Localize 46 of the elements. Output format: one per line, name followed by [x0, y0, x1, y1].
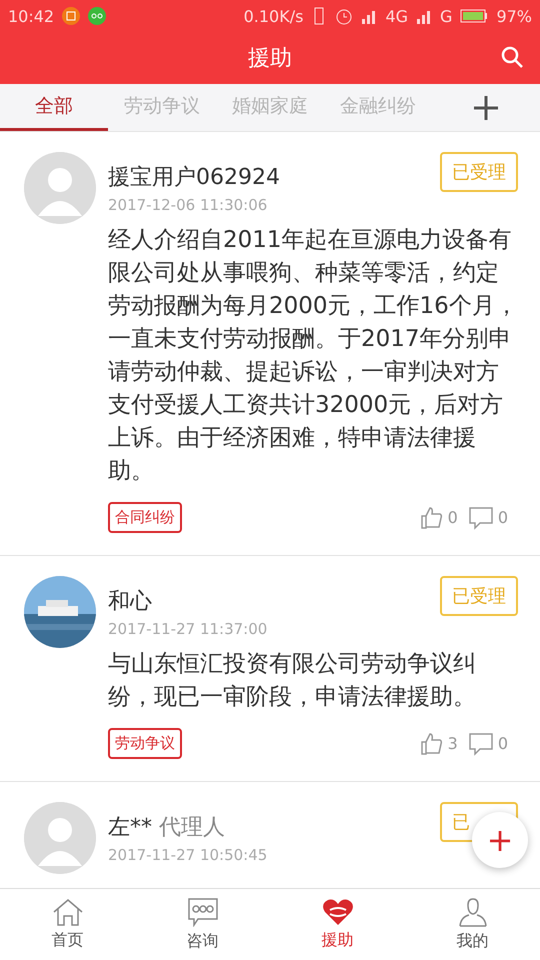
like-count: 0: [448, 508, 458, 527]
app-notification-icon: [62, 7, 80, 25]
plus-icon: [473, 94, 499, 120]
signal-icon: [361, 8, 378, 24]
nav-tab[interactable]: 援助: [270, 889, 405, 960]
signal-icon: [416, 8, 432, 24]
comment-count: 0: [498, 508, 508, 527]
post-text: 与山东恒汇投资有限公司劳动争议纠纷，现已一审阶段，申请法律援助。: [108, 650, 477, 712]
nav-tab[interactable]: 首页: [0, 889, 135, 960]
heart-icon: [322, 898, 354, 926]
avatar-placeholder-icon: [24, 802, 96, 874]
add-button[interactable]: +: [472, 812, 528, 868]
battery-icon: [460, 9, 488, 23]
avatar-placeholder-icon: [24, 152, 96, 224]
alarm-icon: [335, 7, 354, 25]
battery-percent: 97%: [496, 6, 532, 26]
post-date: 2017-11-27 11:37:00: [108, 620, 268, 638]
comment-count: 0: [498, 734, 508, 753]
category-tag: 劳动争议: [108, 728, 182, 759]
chat-icon: [186, 897, 218, 927]
voicemail-icon: [88, 7, 106, 25]
user-name: 左** 代理人: [108, 814, 226, 842]
category-tab[interactable]: 全部: [0, 84, 108, 131]
post-text: 经人介绍自2011年起在亘源电力设备有限公司处从事喂狗、种菜等零活，约定劳动报酬为每月2000元，工作16个月，一直未支付劳动报酬。于2017年分别申请劳动仲裁、提起诉讼，一审判决对方支付受援人工资共计32000元，后对方上诉。由于经济困难，特申请法律援助。: [108, 226, 518, 486]
nav-tab[interactable]: 我的: [405, 889, 540, 960]
status-badge: 已受理: [440, 152, 518, 192]
post-date: 2017-11-27 10:50:45: [108, 846, 268, 864]
network-speed: 0.10K/s: [244, 6, 304, 26]
comment-icon[interactable]: [468, 732, 494, 756]
network-type: 4G: [385, 6, 408, 26]
home-icon: [52, 898, 84, 926]
search-icon: [500, 45, 524, 69]
clock-time: 10:42: [8, 6, 54, 26]
nav-tab[interactable]: 咨询: [135, 889, 270, 960]
page-title: 援助: [248, 45, 292, 73]
category-tag: 合同纠纷: [108, 502, 182, 533]
user-name: 和心: [108, 588, 153, 616]
user-name: 援宝用户062924: [108, 164, 280, 192]
user-icon: [458, 897, 488, 927]
comment-icon[interactable]: [468, 506, 494, 530]
post-date: 2017-12-06 11:30:06: [108, 196, 268, 214]
thumbs-up-icon[interactable]: [420, 732, 444, 756]
network-type: G: [440, 6, 452, 26]
like-count: 3: [448, 734, 458, 753]
status-badge: 已受理: [440, 576, 518, 616]
thumbs-up-icon[interactable]: [420, 506, 444, 530]
